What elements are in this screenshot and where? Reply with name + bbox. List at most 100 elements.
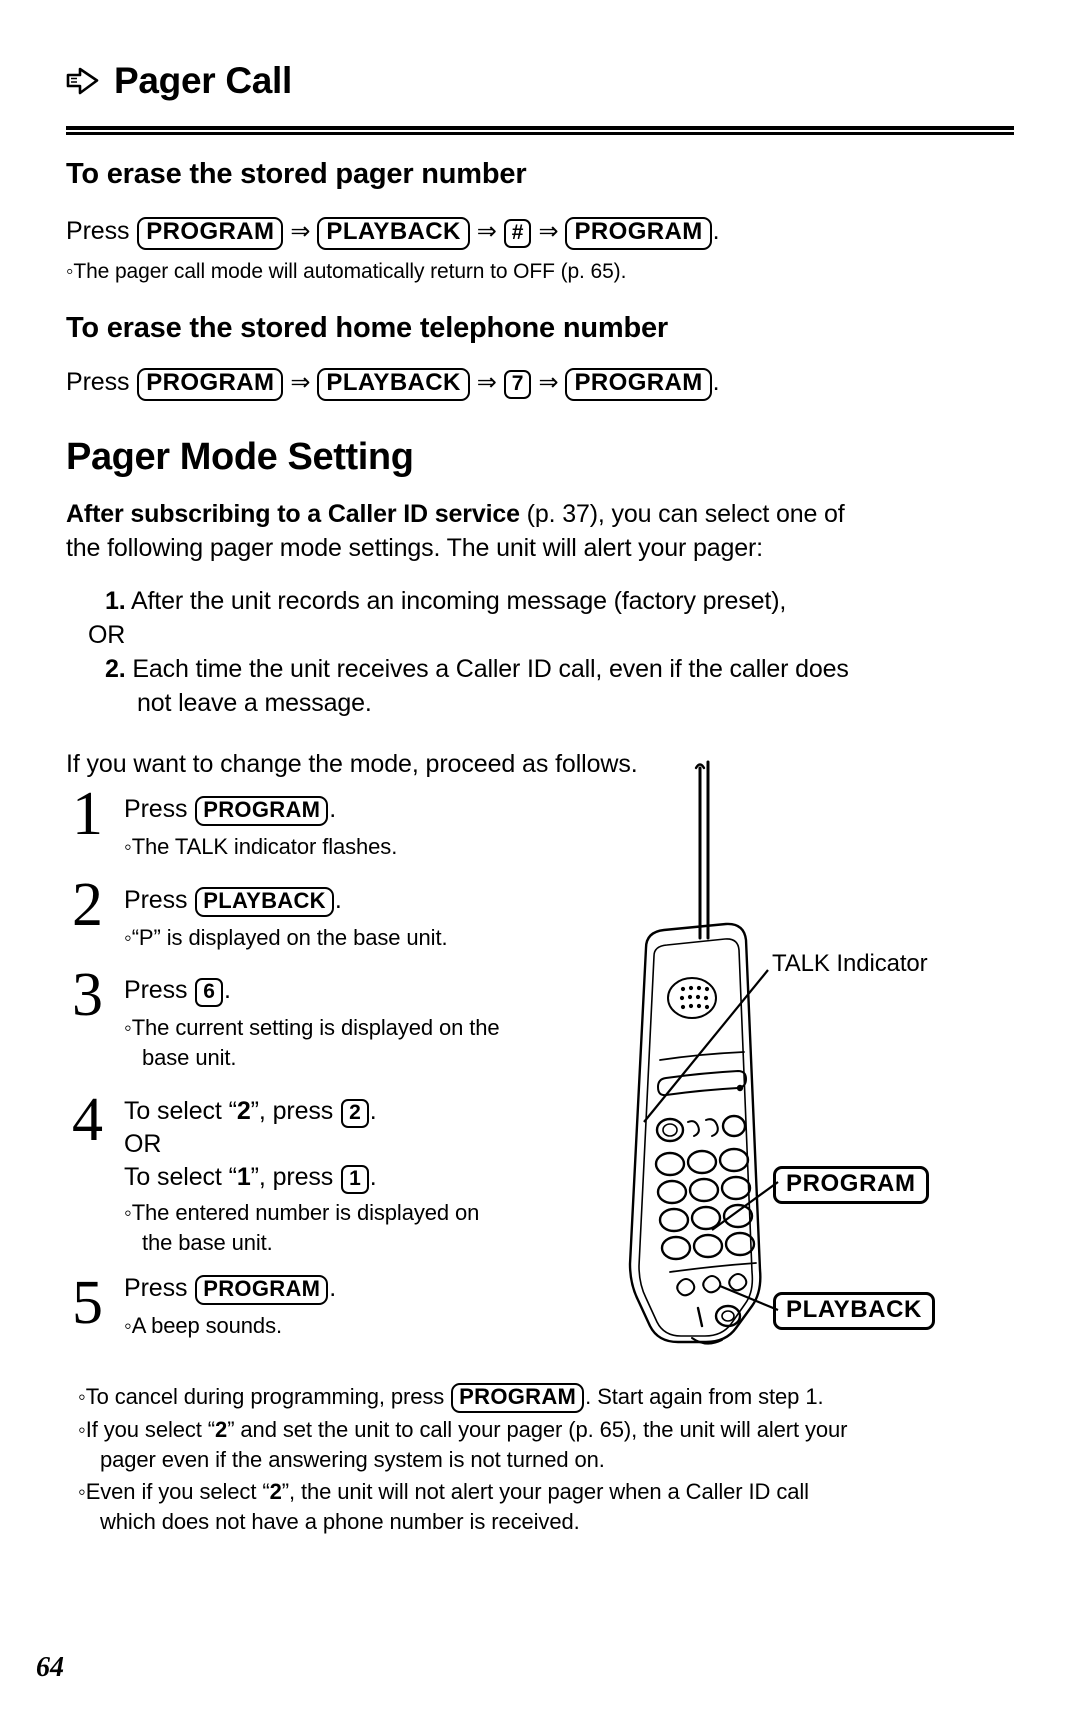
key-program-callout[interactable]: PROGRAM bbox=[773, 1166, 929, 1204]
note-3-mid: ”, the unit will not alert your pager wh… bbox=[281, 1478, 809, 1504]
note-1-post: . Start again from step 1. bbox=[585, 1384, 824, 1409]
press-label: Press bbox=[66, 368, 130, 396]
arrow-step-icon: ⇒ bbox=[476, 369, 497, 396]
key-playback-callout[interactable]: PLAYBACK bbox=[773, 1292, 935, 1330]
page-number: 64 bbox=[36, 1652, 64, 1683]
erase-home-press-sequence: Press PROGRAM ⇒ PLAYBACK ⇒ 7 ⇒ PROGRAM. bbox=[66, 366, 720, 401]
step-3-note-line2: base unit. bbox=[142, 1045, 237, 1070]
key-program-footer[interactable]: PROGRAM bbox=[451, 1383, 585, 1413]
step-5-note: ◦A beep sounds. bbox=[124, 1311, 282, 1341]
sentence-period: . bbox=[712, 368, 720, 396]
bullet-icon: ◦ bbox=[78, 1384, 86, 1409]
heading-erase-pager-number: To erase the stored pager number bbox=[66, 158, 527, 190]
sentence-period: . bbox=[369, 1097, 377, 1125]
footer-note-2: ◦If you select “2” and set the unit to c… bbox=[78, 1415, 1008, 1475]
option-1: 1.1. After the unit records an incoming … bbox=[105, 587, 787, 615]
select-mid: ”, press bbox=[250, 1163, 341, 1191]
key-program-4[interactable]: PROGRAM bbox=[565, 368, 712, 401]
sentence-period: . bbox=[223, 976, 231, 1004]
proceed-instruction: If you want to change the mode, proceed … bbox=[66, 750, 638, 778]
footer-note-3: ◦Even if you select “2”, the unit will n… bbox=[78, 1477, 1008, 1537]
arrow-step-icon: ⇒ bbox=[290, 369, 311, 396]
step-number-4: 4 bbox=[72, 1086, 103, 1154]
key-playback-step2[interactable]: PLAYBACK bbox=[195, 887, 334, 917]
heading-pager-mode-setting: Pager Mode Setting bbox=[66, 436, 414, 478]
bullet-icon: ◦ bbox=[78, 1478, 86, 1504]
key-program-3[interactable]: PROGRAM bbox=[137, 368, 284, 401]
sentence-period: . bbox=[712, 217, 720, 245]
select-mid: ”, press bbox=[250, 1097, 341, 1125]
note-1-pre: To cancel during programming, press bbox=[85, 1384, 451, 1409]
key-hash[interactable]: # bbox=[503, 219, 532, 248]
note-2-mid: ” and set the unit to call your pager (p… bbox=[227, 1416, 848, 1442]
bullet-icon: ◦ bbox=[124, 1313, 132, 1338]
press-label: Press bbox=[124, 976, 188, 1004]
key-program-1[interactable]: PROGRAM bbox=[137, 217, 284, 250]
step-5-note-text: A beep sounds. bbox=[131, 1313, 282, 1338]
step-2-instruction: Press PLAYBACK. bbox=[124, 884, 342, 917]
step-number-2: 2 bbox=[72, 871, 103, 939]
arrow-step-icon: ⇒ bbox=[476, 218, 497, 245]
select-prefix: To select “ bbox=[124, 1163, 237, 1191]
select-value-2: 2 bbox=[236, 1097, 251, 1125]
note-2-indent: pager even if the answering system is no… bbox=[100, 1446, 605, 1472]
callout-talk-indicator: TALK Indicator bbox=[772, 950, 928, 977]
step-2-note-text: “P” is displayed on the base unit. bbox=[131, 925, 448, 950]
key-program-step1[interactable]: PROGRAM bbox=[195, 796, 329, 826]
step-1-instruction: Press PROGRAM. bbox=[124, 793, 336, 826]
sentence-period: . bbox=[329, 1274, 337, 1302]
section-header: Pager Call bbox=[66, 62, 292, 99]
bullet-icon: ◦ bbox=[78, 1416, 86, 1442]
manual-page: Pager Call To erase the stored pager num… bbox=[0, 0, 1080, 1727]
select-prefix: To select “ bbox=[124, 1097, 237, 1125]
note-3-indent: which does not have a phone number is re… bbox=[100, 1508, 580, 1534]
sentence-period: . bbox=[369, 1163, 377, 1191]
step-1-note-text: The TALK indicator flashes. bbox=[131, 834, 398, 859]
sentence-period: . bbox=[334, 886, 342, 914]
bullet-icon: ◦ bbox=[124, 834, 132, 859]
arrow-step-icon: ⇒ bbox=[290, 218, 311, 245]
press-label: Press bbox=[124, 1274, 188, 1302]
step-1-note: ◦The TALK indicator flashes. bbox=[124, 832, 397, 862]
key-program-2[interactable]: PROGRAM bbox=[565, 217, 712, 250]
note-3-bold: 2 bbox=[269, 1478, 282, 1504]
callout-playback: PLAYBACK bbox=[772, 1292, 936, 1330]
key-one-step4[interactable]: 1 bbox=[341, 1165, 369, 1194]
key-six-step3[interactable]: 6 bbox=[195, 978, 223, 1007]
select-value-1: 1 bbox=[236, 1163, 251, 1191]
option-2: 2. Each time the unit receives a Caller … bbox=[105, 655, 849, 683]
arrow-step-icon: ⇒ bbox=[538, 218, 559, 245]
footer-notes: ◦To cancel during programming, press PRO… bbox=[78, 1382, 1008, 1539]
page-title: Pager Call bbox=[114, 60, 292, 101]
key-playback-1[interactable]: PLAYBACK bbox=[317, 217, 470, 250]
footer-note-1: ◦To cancel during programming, press PRO… bbox=[78, 1382, 1008, 1413]
header-rule bbox=[66, 126, 1014, 135]
press-label: Press bbox=[66, 217, 130, 245]
option-or: OR bbox=[88, 621, 126, 649]
step-number-3: 3 bbox=[72, 961, 103, 1029]
arrow-step-icon: ⇒ bbox=[538, 369, 559, 396]
bullet-icon: ◦ bbox=[124, 925, 132, 950]
option-1-body: After the unit records an incoming messa… bbox=[130, 587, 787, 615]
key-two-step4[interactable]: 2 bbox=[341, 1099, 369, 1128]
heading-erase-home-number: To erase the stored home telephone numbe… bbox=[66, 312, 668, 344]
key-program-step5[interactable]: PROGRAM bbox=[195, 1275, 329, 1305]
step-3-instruction: Press 6. bbox=[124, 974, 231, 1007]
option-2-body: Each time the unit receives a Caller ID … bbox=[132, 655, 849, 683]
key-seven[interactable]: 7 bbox=[503, 370, 532, 399]
note-text: The pager call mode will automatically r… bbox=[73, 260, 627, 283]
step-3-note-line1: The current setting is displayed on the bbox=[131, 1015, 500, 1040]
arrow-right-icon bbox=[66, 66, 100, 96]
step-3-note: ◦The current setting is displayed on the… bbox=[124, 1013, 500, 1073]
sentence-period: . bbox=[329, 795, 337, 823]
note-2-bold: 2 bbox=[215, 1416, 228, 1442]
intro-line2: the following pager mode settings. The u… bbox=[66, 534, 763, 562]
step-4-or: OR bbox=[124, 1130, 162, 1158]
step-4-instruction-line2: To select “1”, press 1. bbox=[124, 1161, 377, 1194]
erase-pager-press-sequence: Press PROGRAM ⇒ PLAYBACK ⇒ # ⇒ PROGRAM. bbox=[66, 215, 720, 250]
callout-leader-lines bbox=[643, 969, 779, 1312]
key-playback-2[interactable]: PLAYBACK bbox=[317, 368, 470, 401]
step-number-5: 5 bbox=[72, 1269, 103, 1337]
note-3-pre: Even if you select “ bbox=[85, 1478, 270, 1504]
pager-mode-intro: After subscribing to a Caller ID service… bbox=[66, 497, 966, 565]
